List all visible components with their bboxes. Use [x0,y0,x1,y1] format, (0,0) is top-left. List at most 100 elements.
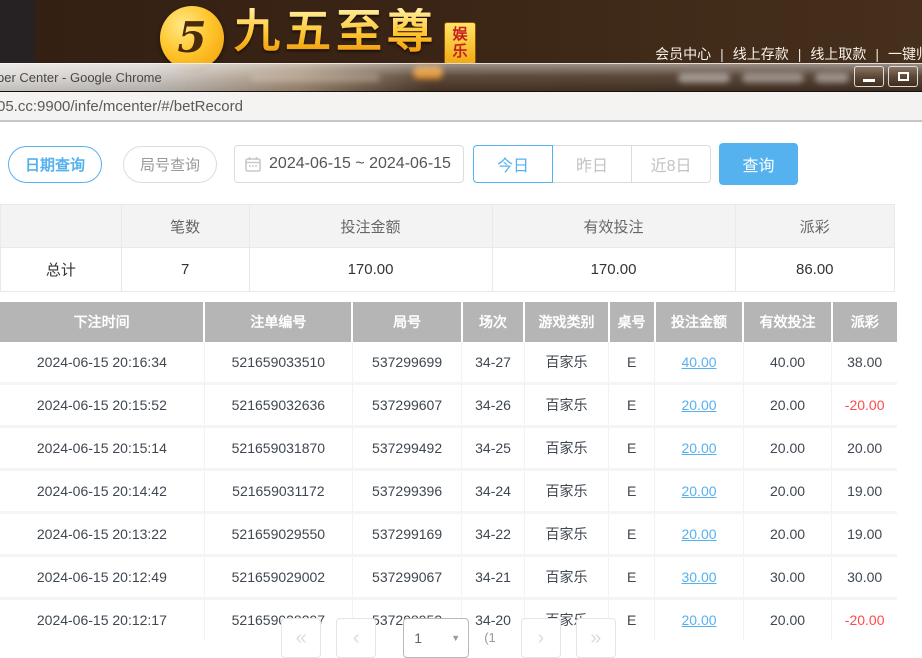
minimize-button[interactable] [854,66,884,87]
page-select[interactable]: 1 ▼ [403,618,469,658]
cell-session: 34-21 [462,556,525,599]
bet-table-header-row: 下注时间注单编号局号场次游戏类别桌号投注金额有效投注派彩 [0,302,897,342]
cell-valid-bet: 20.00 [743,513,832,556]
cell-bet-amount: 40.00 [655,342,744,384]
summary-total-valid-bet: 170.00 [492,248,735,292]
cell-game-type: 百家乐 [524,556,608,599]
cell-session: 34-24 [462,470,525,513]
address-bar[interactable]: 05.cc:9900/infe/mcenter/#/betRecord [0,92,922,122]
summary-total-row: 总计 7 170.00 170.00 86.00 [1,248,895,292]
bet-amount-link[interactable]: 20.00 [681,397,716,413]
header-game-type: 游戏类别 [524,302,608,342]
cell-table-no: E [609,556,655,599]
summary-header-payout: 派彩 [735,205,894,248]
bet-row: 2024-06-15 20:13:22521659029550537299169… [0,513,897,556]
prev-page-button[interactable]: ‹ [336,618,376,658]
cell-table-no: E [609,427,655,470]
cell-bet-time: 2024-06-15 20:16:34 [0,342,204,384]
nav-item[interactable]: 一键归 [888,46,922,62]
cell-game-type: 百家乐 [524,470,608,513]
quick-yesterday-button[interactable]: 昨日 [552,145,632,183]
cell-bet-time: 2024-06-15 20:15:52 [0,384,204,427]
bet-row: 2024-06-15 20:12:49521659029002537299067… [0,556,897,599]
logo-five-glyph: 5 [177,13,206,62]
cell-session: 34-25 [462,427,525,470]
cell-round-no: 537299169 [352,513,461,556]
summary-total-bet-amount: 170.00 [249,248,492,292]
bet-amount-link[interactable]: 30.00 [681,569,716,585]
nav-item[interactable]: 会员中心 [655,46,711,62]
cell-valid-bet: 40.00 [743,342,832,384]
redacted-account-info [742,73,804,83]
cell-table-no: E [609,384,655,427]
summary-header-empty [1,205,122,248]
decor-glass-blur [250,74,380,82]
cell-bet-time: 2024-06-15 20:13:22 [0,513,204,556]
summary-header-count: 笔数 [121,205,249,248]
brand-badge: 娱 乐 [444,22,476,65]
bet-row: 2024-06-15 20:14:42521659031172537299396… [0,470,897,513]
summary-header-bet-amount: 投注金额 [249,205,492,248]
url-text: 05.cc:9900/infe/mcenter/#/betRecord [0,98,243,115]
cell-order-no: 521659031870 [204,427,352,470]
cell-game-type: 百家乐 [524,342,608,384]
top-nav: 会员中心 | 线上存款 | 线上取款 | 一键归 [655,44,922,64]
nav-separator: | [798,46,802,62]
date-range-picker[interactable]: 2024-06-15 ~ 2024-06-15 [234,145,464,183]
quick-last8days-button[interactable]: 近8日 [631,145,711,183]
cell-bet-amount: 20.00 [655,470,744,513]
redacted-account-info [815,73,849,83]
nav-separator: | [875,46,879,62]
cell-session: 34-22 [462,513,525,556]
search-button[interactable]: 查询 [719,143,798,185]
pagination: « ‹ 1 ▼ (1 › » [0,618,897,658]
cell-order-no: 521659029550 [204,513,352,556]
cell-payout: -20.00 [832,384,897,427]
header-payout: 派彩 [832,302,897,342]
first-page-button[interactable]: « [281,618,321,658]
cell-bet-time: 2024-06-15 20:14:42 [0,470,204,513]
date-query-tab[interactable]: 日期查询 [8,146,102,183]
bet-row: 2024-06-15 20:15:14521659031870537299492… [0,427,897,470]
summary-table: 笔数 投注金额 有效投注 派彩 总计 7 170.00 170.00 86.00 [0,204,895,292]
browser-titlebar[interactable]: ber Center - Google Chrome [0,63,922,92]
bet-amount-link[interactable]: 40.00 [681,354,716,370]
cell-order-no: 521659033510 [204,342,352,384]
bet-amount-link[interactable]: 20.00 [681,526,716,542]
bet-amount-link[interactable]: 20.00 [681,483,716,499]
cell-bet-amount: 20.00 [655,427,744,470]
cell-payout: 20.00 [832,427,897,470]
maximize-button[interactable] [888,66,918,87]
badge-glass-blur [413,66,443,79]
next-page-button[interactable]: › [521,618,561,658]
cell-table-no: E [609,513,655,556]
bet-table-body: 2024-06-15 20:16:34521659033510537299699… [0,342,897,640]
cell-valid-bet: 20.00 [743,470,832,513]
cell-game-type: 百家乐 [524,513,608,556]
round-query-tab[interactable]: 局号查询 [123,146,217,183]
summary-total-count: 7 [121,248,249,292]
nav-item[interactable]: 线上存款 [733,46,789,62]
nav-separator: | [720,46,724,62]
bet-row: 2024-06-15 20:15:52521659032636537299607… [0,384,897,427]
calendar-icon [245,156,261,172]
cell-game-type: 百家乐 [524,384,608,427]
quick-today-button[interactable]: 今日 [473,145,553,183]
last-page-button[interactable]: » [576,618,616,658]
header-bet-amount: 投注金额 [655,302,744,342]
cell-bet-time: 2024-06-15 20:15:14 [0,427,204,470]
header-table-no: 桌号 [609,302,655,342]
minimize-icon [863,79,875,82]
nav-item[interactable]: 线上取款 [810,46,866,62]
page-content: 日期查询 局号查询 2024-06-15 ~ 2024-06-15 今日 昨日 … [0,122,922,643]
bet-amount-link[interactable]: 20.00 [681,440,716,456]
summary-total-payout: 86.00 [735,248,894,292]
cell-round-no: 537299067 [352,556,461,599]
cell-table-no: E [609,342,655,384]
cell-payout: 19.00 [832,513,897,556]
header-session: 场次 [462,302,525,342]
filter-toolbar: 日期查询 局号查询 2024-06-15 ~ 2024-06-15 今日 昨日 … [0,122,922,185]
cell-payout: 30.00 [832,556,897,599]
summary-total-label: 总计 [1,248,122,292]
cell-order-no: 521659029002 [204,556,352,599]
